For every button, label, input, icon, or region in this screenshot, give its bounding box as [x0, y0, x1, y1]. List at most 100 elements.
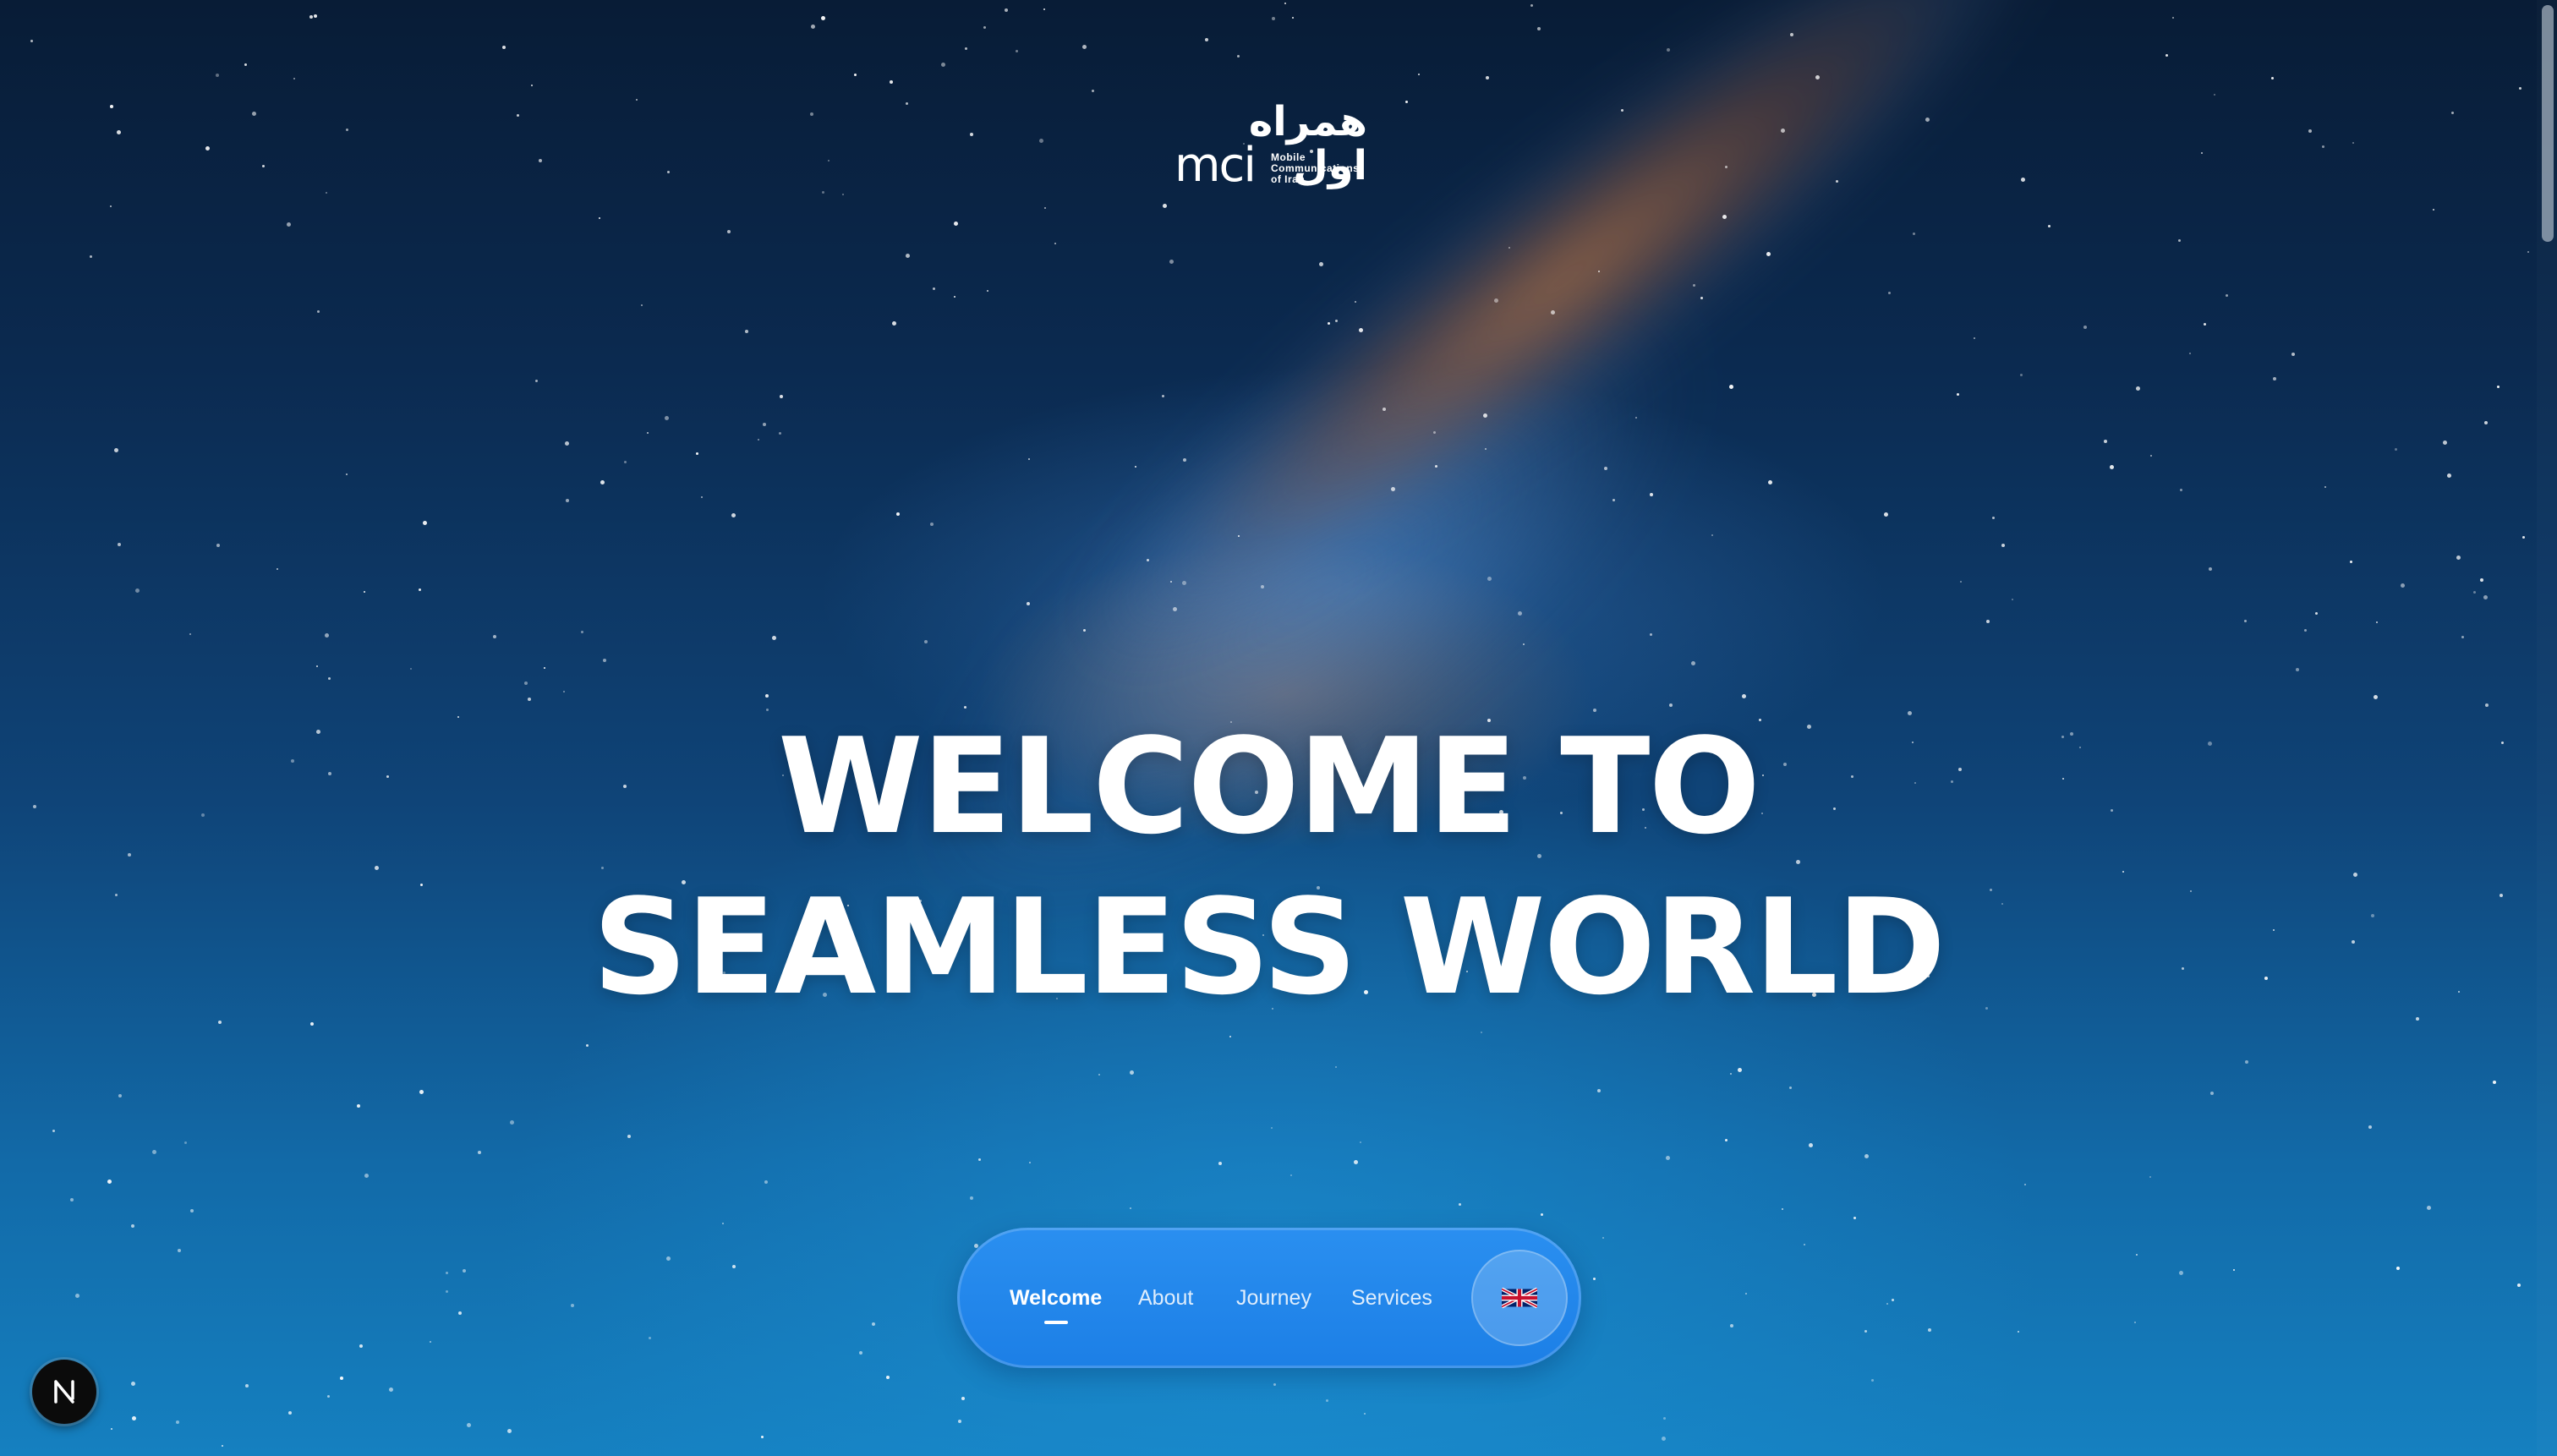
logo-subtitle: Mobile Communications of Iran: [1271, 152, 1359, 185]
star: [2018, 1331, 2019, 1333]
star: [2443, 441, 2447, 445]
star: [2110, 465, 2114, 469]
star: [758, 439, 759, 441]
star: [1360, 1141, 1361, 1143]
star: [110, 205, 112, 207]
star: [2480, 578, 2483, 582]
nav-item-welcome[interactable]: Welcome: [1010, 1228, 1102, 1368]
star: [132, 1416, 136, 1420]
star: [2376, 621, 2378, 623]
star: [309, 15, 313, 19]
star: [110, 105, 113, 108]
star: [1693, 284, 1695, 287]
scrollbar-thumb[interactable]: [2542, 5, 2554, 242]
star: [70, 1198, 74, 1201]
star: [1864, 1154, 1869, 1158]
star: [2527, 251, 2529, 253]
star: [1271, 1127, 1273, 1129]
nav-item-services[interactable]: Services: [1351, 1228, 1432, 1368]
star: [1663, 1417, 1666, 1420]
star: [1261, 585, 1264, 588]
star: [636, 99, 638, 101]
star: [90, 255, 92, 258]
star: [1173, 607, 1177, 611]
dev-tools-badge[interactable]: [32, 1360, 96, 1424]
star: [458, 1311, 462, 1315]
star: [1602, 1237, 1604, 1239]
star: [2451, 112, 2454, 114]
star: [176, 1420, 179, 1424]
star: [2497, 386, 2500, 388]
star: [1229, 1036, 1231, 1037]
star: [2244, 620, 2247, 622]
nav-item-label: Journey: [1236, 1286, 1311, 1310]
star: [287, 222, 291, 227]
nav-item-journey[interactable]: Journey: [1236, 1228, 1311, 1368]
star: [1054, 243, 1056, 244]
star: [1722, 215, 1727, 219]
star: [1205, 38, 1208, 41]
star: [1782, 1208, 1783, 1210]
star: [2395, 448, 2397, 451]
star: [665, 416, 669, 420]
star: [571, 1304, 574, 1307]
star: [1028, 458, 1030, 460]
star: [2484, 421, 2488, 424]
star: [1892, 1299, 1894, 1301]
star: [216, 544, 220, 547]
star: [1364, 1413, 1366, 1415]
star: [722, 1223, 724, 1224]
star: [316, 665, 318, 667]
star: [2214, 94, 2215, 96]
star: [1537, 27, 1541, 30]
star: [822, 191, 824, 194]
star: [2136, 386, 2140, 391]
star: [1433, 431, 1436, 434]
star: [1130, 1070, 1134, 1075]
star: [2315, 612, 2318, 615]
nav-item-label: About: [1138, 1286, 1194, 1310]
star: [872, 1322, 875, 1326]
star: [1886, 1303, 1888, 1305]
star: [2245, 1060, 2248, 1064]
hero-title-line-1: WELCOME TO: [777, 709, 1760, 863]
star: [1738, 1068, 1742, 1072]
star: [114, 448, 118, 452]
star: [1871, 1379, 1874, 1382]
star: [216, 74, 219, 77]
language-switch-button[interactable]: [1471, 1250, 1568, 1346]
nav-item-about[interactable]: About: [1138, 1228, 1193, 1368]
star: [1494, 298, 1498, 303]
star: [906, 254, 910, 258]
star: [811, 25, 815, 29]
star: [701, 496, 703, 498]
star: [2522, 536, 2525, 539]
star: [941, 63, 945, 67]
star: [446, 1272, 448, 1274]
star: [763, 423, 766, 426]
star: [1730, 1073, 1732, 1075]
star: [1597, 1089, 1601, 1092]
star: [1335, 320, 1338, 322]
star: [244, 63, 247, 66]
star: [2517, 1284, 2521, 1287]
star: [493, 635, 496, 638]
star: [364, 591, 365, 593]
star: [745, 330, 748, 333]
star: [886, 1376, 890, 1379]
star: [2024, 1184, 2026, 1185]
star: [780, 395, 783, 398]
star: [821, 16, 825, 20]
star: [1815, 75, 1820, 79]
star: [419, 588, 421, 591]
star: [118, 1094, 122, 1097]
brand-logo[interactable]: همراه اول mci Mobile Communications of I…: [1171, 100, 1374, 193]
star: [1541, 1213, 1543, 1216]
star: [1593, 1278, 1596, 1280]
star: [184, 1141, 187, 1144]
star: [1459, 1203, 1461, 1206]
star: [2273, 377, 2276, 380]
star: [1027, 602, 1030, 605]
star: [524, 681, 528, 685]
scrollbar[interactable]: [2537, 0, 2557, 1456]
